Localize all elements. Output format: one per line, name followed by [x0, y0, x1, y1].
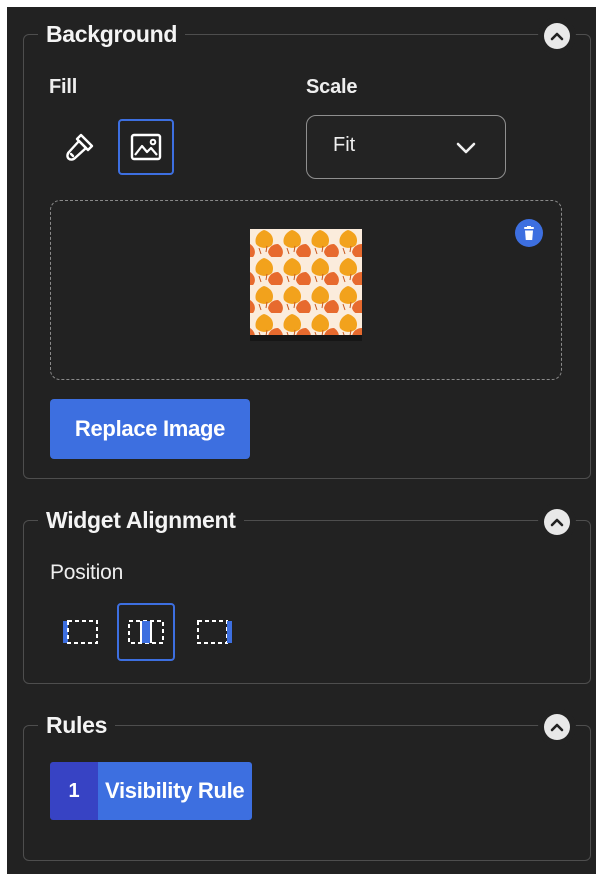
- collapse-background-button[interactable]: [544, 23, 570, 49]
- background-section-title: Background: [38, 19, 186, 49]
- align-right-button[interactable]: [186, 603, 244, 661]
- fill-color-button[interactable]: [52, 119, 108, 175]
- properties-panel: Background Fill Scale Fit Replace Image …: [7, 7, 596, 874]
- rule-number-badge: 1: [50, 762, 98, 820]
- align-left-icon: [63, 620, 98, 644]
- image-dropzone[interactable]: [50, 200, 562, 380]
- position-label: Position: [50, 561, 124, 584]
- paint-brush-icon: [66, 133, 94, 161]
- rules-section: Rules 1 Visibility Rule: [23, 710, 591, 861]
- rules-section-title: Rules: [38, 710, 116, 740]
- align-left-button[interactable]: [51, 603, 109, 661]
- thumbnail-caption-strip: [250, 335, 362, 341]
- image-icon: [130, 133, 162, 161]
- background-image-thumbnail: [250, 229, 362, 341]
- align-center-button[interactable]: [117, 603, 175, 661]
- scale-select[interactable]: Fit: [306, 115, 506, 179]
- chevron-up-icon: [550, 32, 564, 41]
- collapse-rules-button[interactable]: [544, 714, 570, 740]
- align-right-icon: [197, 620, 232, 644]
- scale-label: Scale: [306, 76, 358, 98]
- widget-alignment-section-title: Widget Alignment: [38, 505, 244, 535]
- chevron-down-icon: [456, 142, 476, 154]
- trash-icon: [524, 225, 534, 240]
- widget-alignment-section: Widget Alignment Position: [23, 505, 591, 684]
- fill-image-button[interactable]: [118, 119, 174, 175]
- background-section: Background Fill Scale Fit Replace Image: [23, 19, 591, 479]
- chevron-up-icon: [550, 518, 564, 527]
- rule-label: Visibility Rule: [98, 762, 253, 820]
- visibility-rule-item[interactable]: 1 Visibility Rule: [50, 762, 253, 820]
- collapse-alignment-button[interactable]: [544, 509, 570, 535]
- scale-select-value: Fit: [333, 134, 356, 156]
- delete-image-button[interactable]: [515, 219, 543, 247]
- replace-image-button[interactable]: Replace Image: [50, 399, 250, 459]
- align-center-icon: [128, 620, 164, 644]
- fill-label: Fill: [49, 76, 78, 98]
- pattern-image: [250, 229, 362, 341]
- chevron-up-icon: [550, 723, 564, 732]
